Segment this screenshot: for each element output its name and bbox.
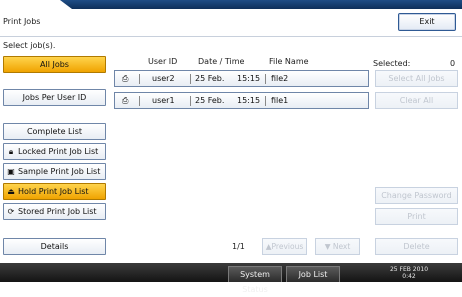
window-title: Print Jobs	[3, 17, 41, 26]
sample-print-job-list-button[interactable]: ▣ Sample Print Job List	[3, 163, 106, 180]
status-time: 0:42	[402, 273, 416, 280]
selected-label: Selected:	[373, 59, 411, 68]
job-row[interactable]: ⎙ user2 25 Feb. 15:15 file2	[114, 70, 369, 87]
status-date: 25 FEB 2010	[389, 266, 429, 273]
column-divider	[139, 74, 140, 84]
column-header-date-time: Date / Time	[198, 57, 245, 66]
main-panel: Select job(s). All Jobs Jobs Per User ID…	[0, 37, 462, 263]
column-divider	[190, 74, 191, 84]
locked-list-label: Locked Print Job List	[18, 147, 99, 156]
delete-button[interactable]: Delete	[375, 238, 458, 255]
previous-button[interactable]: ▲Previous	[262, 238, 307, 255]
job-time: 15:15	[237, 96, 261, 105]
stored-print-job-list-button[interactable]: ⟳ Stored Print Job List	[3, 203, 106, 220]
column-divider	[190, 96, 191, 106]
select-all-jobs-button[interactable]: Select All Jobs	[375, 70, 458, 87]
job-date: 25 Feb.	[195, 74, 225, 83]
print-job-icon: ⎙	[122, 96, 129, 105]
jobs-per-user-button[interactable]: Jobs Per User ID	[3, 89, 106, 106]
stored-list-label: Stored Print Job List	[18, 207, 97, 216]
date-time-display: 25 FEB 2010 0:42	[384, 266, 434, 280]
job-file-name: file2	[271, 74, 289, 83]
column-divider	[265, 96, 266, 106]
details-button[interactable]: Details	[3, 238, 106, 255]
job-user-id: user2	[152, 74, 175, 83]
job-file-name: file1	[271, 96, 289, 105]
job-date: 25 Feb.	[195, 96, 225, 105]
select-jobs-label: Select job(s).	[3, 41, 56, 50]
print-job-icon: ⎙	[122, 74, 129, 83]
clear-all-button[interactable]: Clear All	[375, 92, 458, 109]
complete-list-button[interactable]: Complete List	[3, 123, 106, 140]
lock-icon: 🔒︎	[8, 147, 14, 156]
title-bar: Print Jobs Exit	[0, 9, 462, 37]
exit-button[interactable]: Exit	[398, 13, 456, 31]
page-indicator: 1/1	[232, 242, 245, 251]
sample-list-label: Sample Print Job List	[18, 167, 101, 176]
print-button[interactable]: Print	[375, 208, 458, 225]
column-divider	[139, 96, 140, 106]
job-time: 15:15	[237, 74, 261, 83]
locked-print-job-list-button[interactable]: 🔒︎ Locked Print Job List	[3, 143, 106, 160]
column-header-user-id: User ID	[148, 57, 178, 66]
job-row[interactable]: ⎙ user1 25 Feb. 15:15 file1	[114, 92, 369, 109]
job-list-button[interactable]: Job List	[286, 266, 340, 282]
change-password-button[interactable]: Change Password	[375, 187, 458, 204]
stored-print-icon: ⟳	[7, 207, 15, 216]
hold-print-job-list-button[interactable]: ⏏ Hold Print Job List	[3, 183, 106, 200]
all-jobs-button[interactable]: All Jobs	[3, 56, 106, 73]
sample-print-icon: ▣	[7, 167, 15, 176]
job-user-id: user1	[152, 96, 175, 105]
system-status-button[interactable]: System Status	[228, 266, 282, 294]
next-button[interactable]: ▼ Next	[315, 238, 360, 255]
hold-print-icon: ⏏	[7, 187, 15, 196]
status-bar: System Status Job List 25 FEB 2010 0:42	[0, 263, 462, 294]
top-bar	[0, 0, 462, 9]
hold-list-label: Hold Print Job List	[18, 187, 89, 196]
column-divider	[265, 74, 266, 84]
selected-count: 0	[450, 59, 456, 68]
top-bar-notch	[0, 0, 72, 9]
column-header-file-name: File Name	[269, 57, 309, 66]
